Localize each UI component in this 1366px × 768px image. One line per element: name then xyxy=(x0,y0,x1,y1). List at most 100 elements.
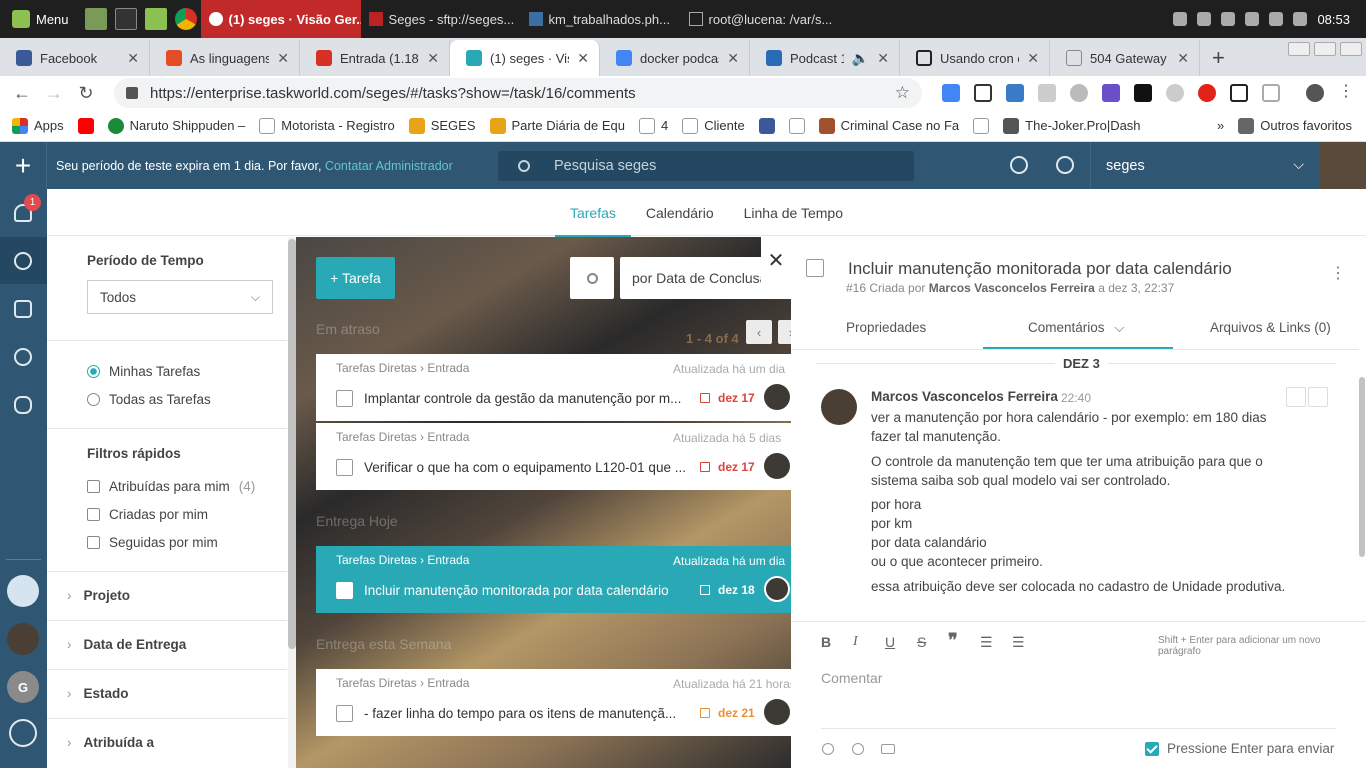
close-tab-icon[interactable]: ✕ xyxy=(877,50,889,67)
files-launcher-icon[interactable] xyxy=(144,8,167,30)
numbered-list-icon[interactable]: ☰ xyxy=(1012,634,1025,651)
bulleted-list-icon[interactable]: ☰ xyxy=(980,634,993,651)
bookmark[interactable]: Cliente xyxy=(682,117,745,134)
bookmark[interactable]: Naruto Shippuden – xyxy=(107,117,245,134)
assignee-avatar[interactable] xyxy=(764,699,790,725)
tools-icon[interactable] xyxy=(1245,12,1260,26)
task-card[interactable]: Tarefas Diretas › Entrada Atualizada há … xyxy=(316,354,791,421)
close-tab-icon[interactable]: ✕ xyxy=(277,50,289,67)
browser-tab[interactable]: As linguagens c ✕ xyxy=(150,40,300,76)
bookmark[interactable]: 4 xyxy=(638,117,668,134)
folder-icon[interactable] xyxy=(14,300,32,318)
task-detail-title[interactable]: Incluir manutenção monitorada por data c… xyxy=(848,259,1232,279)
time-period-select[interactable]: Todos ⌵ xyxy=(87,280,273,314)
extension-icon[interactable] xyxy=(1102,84,1120,102)
task-card-selected[interactable]: Tarefas Diretas › Entrada Atualizada há … xyxy=(316,546,791,613)
terminal-launcher-icon[interactable] xyxy=(114,8,137,30)
browser-tab[interactable]: Facebook ✕ xyxy=(0,40,150,76)
taskbar-window-terminal[interactable]: root@lucena: /var/s... xyxy=(681,0,841,38)
filter-created-by-me[interactable]: Criadas por mim xyxy=(87,507,208,522)
browser-tab-active[interactable]: (1) seges · Visã ✕ xyxy=(450,40,600,76)
filter-followed-by-me[interactable]: Seguidas por mim xyxy=(87,535,218,550)
radio-all-tasks[interactable]: Todas as Tarefas xyxy=(87,392,211,407)
like-icon[interactable] xyxy=(1286,387,1306,407)
browser-tab[interactable]: Podcast 1 - 🔈 ✕ xyxy=(750,40,900,76)
quote-icon[interactable]: ❞ xyxy=(948,630,958,651)
discord-extension-icon[interactable] xyxy=(1070,84,1088,102)
enter-to-send-toggle[interactable]: Pressione Enter para enviar xyxy=(1145,741,1334,756)
back-arrow-icon[interactable]: ← xyxy=(6,83,38,104)
taskbar-window-editor[interactable]: km_trabalhados.ph... xyxy=(521,0,681,38)
extension-icon[interactable] xyxy=(1006,84,1024,102)
filter-section-atribuida-a[interactable]: › Atribuída a xyxy=(67,735,154,750)
task-checkbox[interactable] xyxy=(336,582,353,599)
tab-propriedades[interactable]: Propriedades xyxy=(846,320,926,335)
browser-tab[interactable]: docker podcast ✕ xyxy=(600,40,750,76)
chrome-launcher-icon[interactable] xyxy=(174,8,197,30)
tab-comentarios[interactable]: Comentários ⌵ xyxy=(1028,320,1125,336)
taskbar-window-filezilla[interactable]: Seges - sftp://seges... xyxy=(361,0,521,38)
browser-tab[interactable]: 504 Gateway Ti ✕ xyxy=(1050,40,1200,76)
extension-icon[interactable] xyxy=(1166,84,1184,102)
bookmark[interactable]: Criminal Case no Fa xyxy=(818,117,959,134)
gif-icon[interactable] xyxy=(881,744,895,754)
taskbar-window-chrome[interactable]: (1) seges · Visão Ger... xyxy=(200,0,361,38)
task-card[interactable]: Tarefas Diretas › Entrada Atualizada há … xyxy=(316,669,791,736)
attachment-icon[interactable] xyxy=(822,743,834,755)
minimize-window-icon[interactable] xyxy=(1288,42,1310,56)
chat-bubble-icon[interactable] xyxy=(14,396,32,414)
bluetooth-icon[interactable] xyxy=(1197,12,1212,26)
task-checkbox[interactable] xyxy=(336,390,353,407)
mute-tab-icon[interactable]: 🔈 xyxy=(852,50,869,67)
forward-arrow-icon[interactable]: → xyxy=(38,83,70,104)
close-detail-button[interactable]: ✕ xyxy=(761,237,791,283)
user-avatar-letter[interactable]: G xyxy=(7,671,39,703)
user-avatar[interactable] xyxy=(1319,142,1366,189)
extension-icon[interactable] xyxy=(1038,84,1056,102)
translate-extension-icon[interactable] xyxy=(942,84,960,102)
search-input[interactable]: Pesquisa seges xyxy=(498,151,914,181)
filter-assigned-to-me[interactable]: Atribuídas para mim (4) xyxy=(87,479,255,494)
task-checkbox[interactable] xyxy=(336,459,353,476)
clock[interactable]: 08:53 xyxy=(1317,12,1350,27)
create-plus-button[interactable]: + xyxy=(0,142,47,189)
show-desktop-icon[interactable] xyxy=(84,8,107,30)
italic-icon[interactable]: I xyxy=(853,634,858,650)
shield-icon[interactable] xyxy=(1173,12,1188,26)
more-menu-icon[interactable]: ⋮ xyxy=(1338,84,1354,102)
profile-avatar[interactable] xyxy=(1306,84,1324,102)
tab-calendario[interactable]: Calendário xyxy=(631,189,729,236)
comment-author[interactable]: Marcos Vasconcelos Ferreira xyxy=(871,389,1058,404)
close-tab-icon[interactable]: ✕ xyxy=(427,50,439,67)
battery-icon[interactable] xyxy=(1293,12,1308,26)
more-options-icon[interactable]: ⋮ xyxy=(1330,263,1346,283)
extension-icon[interactable] xyxy=(1134,84,1152,102)
close-tab-icon[interactable]: ✕ xyxy=(1177,50,1189,67)
extension-icon[interactable] xyxy=(1262,84,1280,102)
emoji-icon[interactable] xyxy=(852,743,864,755)
bookmark[interactable] xyxy=(973,117,990,134)
bookmark[interactable] xyxy=(788,117,805,134)
address-bar[interactable]: https://enterprise.taskworld.com/seges/#… xyxy=(114,78,922,108)
start-menu-button[interactable]: Menu xyxy=(0,0,81,38)
bookmark[interactable]: The-Joker.Pro|Dash xyxy=(1003,117,1141,134)
bookmark[interactable]: Motorista - Registro xyxy=(259,117,395,134)
task-complete-checkbox[interactable] xyxy=(806,259,824,277)
screenshot-extension-icon[interactable] xyxy=(974,84,992,102)
bold-icon[interactable]: B xyxy=(821,634,831,650)
new-tab-button[interactable]: + xyxy=(1200,40,1237,76)
user-icon[interactable] xyxy=(1221,12,1236,26)
user-avatar[interactable] xyxy=(7,623,39,655)
extension-icon[interactable] xyxy=(1230,84,1248,102)
next-page-button[interactable]: › xyxy=(778,320,791,344)
assignee-avatar[interactable] xyxy=(764,384,790,410)
close-tab-icon[interactable]: ✕ xyxy=(727,50,739,67)
tab-tarefas[interactable]: Tarefas xyxy=(554,189,631,237)
task-card[interactable]: Tarefas Diretas › Entrada Atualizada há … xyxy=(316,423,791,490)
checkbox-checked-icon[interactable] xyxy=(1145,741,1159,756)
filter-section-estado[interactable]: › Estado xyxy=(67,686,129,701)
filters-scrollbar[interactable] xyxy=(288,237,296,768)
opera-extension-icon[interactable] xyxy=(1198,84,1216,102)
user-avatar[interactable] xyxy=(7,575,39,607)
browser-tab[interactable]: Usando cron e ✕ xyxy=(900,40,1050,76)
